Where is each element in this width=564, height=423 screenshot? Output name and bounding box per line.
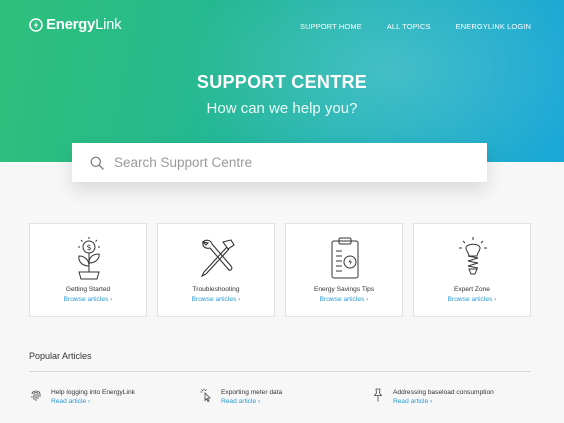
top-nav: SUPPORT HOME ALL TOPICS ENERGYLINK LOGIN [275, 22, 531, 31]
browse-articles-link[interactable]: Browse articles › [414, 296, 530, 303]
card-title: Getting Started [65, 286, 111, 293]
cursor-click-icon [200, 388, 211, 402]
wrench-hammer-icon [200, 239, 235, 278]
section-divider [29, 371, 531, 372]
topic-cards: $ Getting Started Browse articles › Trou… [29, 223, 531, 317]
search-bar[interactable] [72, 143, 487, 182]
card-troubleshooting[interactable]: Troubleshooting Browse articles › [157, 223, 275, 317]
read-article-link[interactable]: Read article › [51, 398, 90, 405]
clipboard-chart-icon [331, 237, 359, 279]
fingerprint-icon [31, 390, 41, 401]
article-title: Addressing baseload consumption [393, 389, 494, 396]
read-article-link[interactable]: Read article › [221, 398, 260, 405]
page-subtitle: How can we help you? [206, 100, 358, 117]
money-plant-icon: $ [78, 237, 100, 280]
page-title: SUPPORT CENTRE [196, 72, 368, 92]
browse-articles-link[interactable]: Browse articles › [286, 296, 402, 303]
pushpin-icon [373, 388, 383, 402]
article-title: Exporting meter data [221, 389, 283, 396]
card-expert-zone[interactable]: Expert Zone Browse articles › [413, 223, 531, 317]
brand-name: EnergyLink [46, 16, 122, 33]
search-input[interactable] [114, 155, 444, 170]
nav-all-topics[interactable]: ALL TOPICS [387, 22, 431, 31]
card-title: Troubleshooting [192, 286, 240, 293]
card-title: Energy Savings Tips [313, 286, 375, 293]
card-getting-started[interactable]: $ Getting Started Browse articles › [29, 223, 147, 317]
card-energy-savings-tips[interactable]: Energy Savings Tips Browse articles › [285, 223, 403, 317]
read-article-link[interactable]: Read article › [393, 398, 432, 405]
svg-text:$: $ [86, 243, 91, 252]
browse-articles-link[interactable]: Browse articles › [158, 296, 274, 303]
energylink-logo[interactable]: EnergyLink [29, 16, 122, 33]
nav-energylink-login[interactable]: ENERGYLINK LOGIN [456, 22, 531, 31]
nav-support-home[interactable]: SUPPORT HOME [300, 22, 362, 31]
lightbulb-icon [459, 237, 487, 275]
card-title: Expert Zone [454, 286, 490, 293]
browse-articles-link[interactable]: Browse articles › [30, 296, 146, 303]
popular-articles-heading: Popular Articles [29, 351, 92, 361]
energy-bolt-icon [29, 17, 43, 32]
hero-banner: EnergyLink SUPPORT HOME ALL TOPICS ENERG… [0, 0, 564, 162]
search-icon [90, 156, 104, 170]
article-title: Help logging into EnergyLink [51, 389, 135, 396]
